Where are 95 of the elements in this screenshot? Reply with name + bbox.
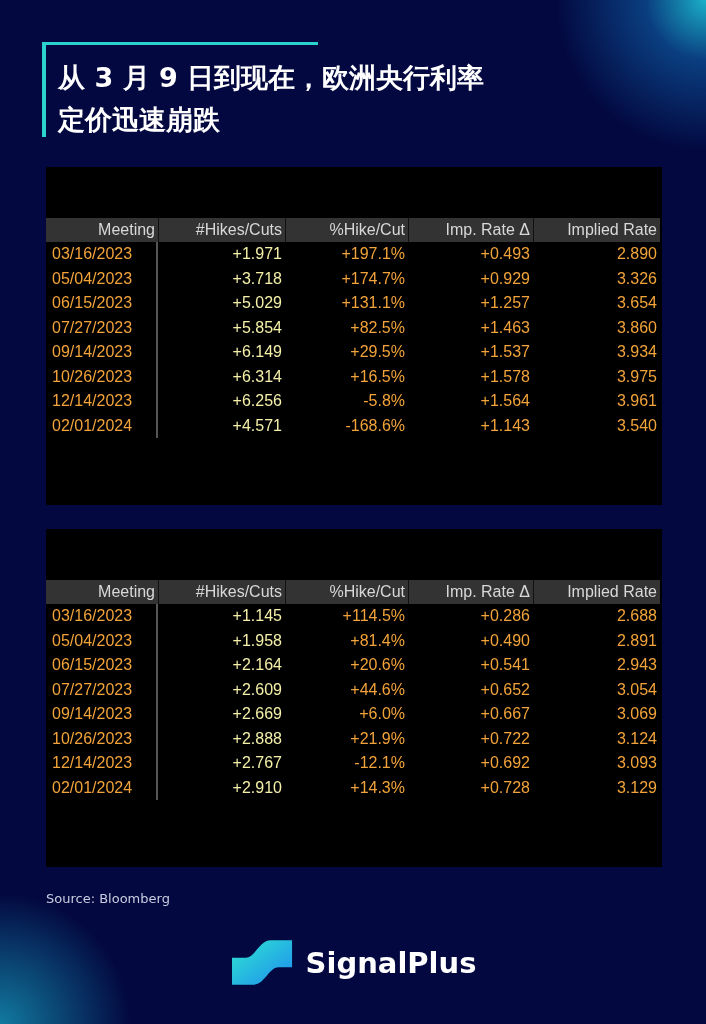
table-cell-text: +197.1% xyxy=(340,244,406,264)
table-cell: 02/01/2024 xyxy=(46,413,158,438)
table-cell-text: +20.6% xyxy=(349,655,406,675)
table-cell-text: +5.029 xyxy=(231,293,283,313)
table-cell-text: 2.943 xyxy=(615,655,658,675)
table-cell-text: 3.860 xyxy=(615,317,658,338)
table-cell-text: +14.3% xyxy=(349,777,406,798)
column-header: %Hike/Cut xyxy=(285,580,408,604)
table-cell-text: +0.493 xyxy=(479,244,531,264)
table-cell-text: +6.256 xyxy=(231,391,283,411)
table-cell-text: +1.958 xyxy=(231,630,283,651)
table-cell-text: +131.1% xyxy=(340,293,406,313)
table-cell-text: 3.124 xyxy=(615,728,658,749)
table-cell-text: +1.143 xyxy=(479,415,531,436)
table-cell: 12/14/2023 xyxy=(46,389,158,414)
table-cell-text: -168.6% xyxy=(344,415,406,436)
table-cell-text: 3.934 xyxy=(615,342,658,362)
table-cell-text: +82.5% xyxy=(349,317,406,338)
table-cell-text: +0.722 xyxy=(479,728,531,749)
table-cell-text: 3.961 xyxy=(615,391,658,411)
table-cell-text: +0.728 xyxy=(479,777,531,798)
column-header: #Hikes/Cuts xyxy=(158,218,285,242)
table-cell-text: +4.571 xyxy=(231,415,283,436)
headline: 从 3 月 9 日到现在，欧洲央行利率 xyxy=(58,61,485,95)
table-cell: 03/16/2023 xyxy=(46,604,158,629)
table-cell: 06/15/2023 xyxy=(46,291,158,316)
table-cell-text: 3.069 xyxy=(615,704,658,724)
table-cell: 10/26/2023 xyxy=(46,726,158,751)
table-cell: 07/27/2023 xyxy=(46,677,158,702)
table-cell-text: +6.149 xyxy=(231,342,283,362)
table-cell-text: +0.541 xyxy=(479,655,531,675)
table-cell-text: +2.164 xyxy=(231,655,283,675)
table-cell: 05/04/2023 xyxy=(46,266,158,291)
table-cell-text: +114.5% xyxy=(341,606,406,626)
table-cell-text: +5.854 xyxy=(231,317,283,338)
table-cell-text: +1.537 xyxy=(479,342,531,362)
table-cell-text: +1.145 xyxy=(231,606,283,626)
table-cell-text: 3.654 xyxy=(615,293,658,313)
table-cell-text: +6.314 xyxy=(231,366,283,387)
table-cell-text: +1.564 xyxy=(479,391,531,411)
table-cell-text: +0.286 xyxy=(479,606,531,626)
table-cell: 06/15/2023 xyxy=(46,653,158,678)
table-cell-text: +2.910 xyxy=(231,777,283,798)
table-cell-text: +1.971 xyxy=(231,244,283,264)
table-cell-text: +44.6% xyxy=(349,679,406,700)
table-cell-text: 3.129 xyxy=(615,777,658,798)
column-header: #Hikes/Cuts xyxy=(158,580,285,604)
column-header: %Hike/Cut xyxy=(285,218,408,242)
table-cell-text: 3.093 xyxy=(615,753,658,773)
table-cell-text: +16.5% xyxy=(349,366,406,387)
table-cell-text: +0.490 xyxy=(479,630,531,651)
table-cell-text: +0.929 xyxy=(479,268,531,289)
table-cell-text: +2.888 xyxy=(231,728,283,749)
table-cell: 10/26/2023 xyxy=(46,364,158,389)
table-cell-text: +174.7% xyxy=(340,268,406,289)
table-cell: 03/16/2023 xyxy=(46,242,158,267)
column-header: Imp. Rate Δ xyxy=(408,580,533,604)
column-header: Meeting xyxy=(46,580,158,604)
table-cell: 02/01/2024 xyxy=(46,775,158,800)
table-cell-text: +1.578 xyxy=(479,366,531,387)
table-cell-text: +6.0% xyxy=(358,704,406,724)
source-note: Source: Bloomberg xyxy=(46,891,171,906)
table-cell-text: +2.767 xyxy=(231,753,283,773)
table-cell-text: +2.669 xyxy=(231,704,283,724)
column-header: Implied Rate xyxy=(533,580,660,604)
table-cell-text: 3.054 xyxy=(615,679,658,700)
table-cell-text: +29.5% xyxy=(349,342,406,362)
table-cell-text: +81.4% xyxy=(349,630,406,651)
column-header: Imp. Rate Δ xyxy=(408,218,533,242)
table-cell-text: -5.8% xyxy=(362,391,406,411)
table-cell-text: +0.652 xyxy=(479,679,531,700)
table-cell-text: 2.891 xyxy=(615,630,658,651)
table-cell-text: 2.688 xyxy=(615,606,658,626)
table-cell-text: 2.890 xyxy=(615,244,658,264)
table-cell-text: 3.975 xyxy=(615,366,658,387)
brand-name: SignalPlus xyxy=(305,945,477,980)
table-cell-text: +3.718 xyxy=(231,268,283,289)
table-cell-text: +0.667 xyxy=(479,704,531,724)
column-header: Implied Rate xyxy=(533,218,660,242)
table-cell: 05/04/2023 xyxy=(46,628,158,653)
headline: 定价迅速崩跌 xyxy=(58,103,220,137)
table-cell: 09/14/2023 xyxy=(46,702,158,727)
table-cell-text: +2.609 xyxy=(231,679,283,700)
table-cell: 12/14/2023 xyxy=(46,751,158,776)
table-cell: 07/27/2023 xyxy=(46,315,158,340)
table-cell-text: +1.463 xyxy=(479,317,531,338)
table-cell-text: 3.326 xyxy=(615,268,658,289)
table-cell: 09/14/2023 xyxy=(46,340,158,365)
table-cell-text: +1.257 xyxy=(479,293,531,313)
logo-icon xyxy=(231,940,294,985)
table-cell-text: 3.540 xyxy=(615,415,658,436)
table-cell-text: -12.1% xyxy=(353,753,406,773)
table-cell-text: +21.9% xyxy=(349,728,406,749)
table-cell-text: +0.692 xyxy=(479,753,531,773)
column-header: Meeting xyxy=(46,218,158,242)
